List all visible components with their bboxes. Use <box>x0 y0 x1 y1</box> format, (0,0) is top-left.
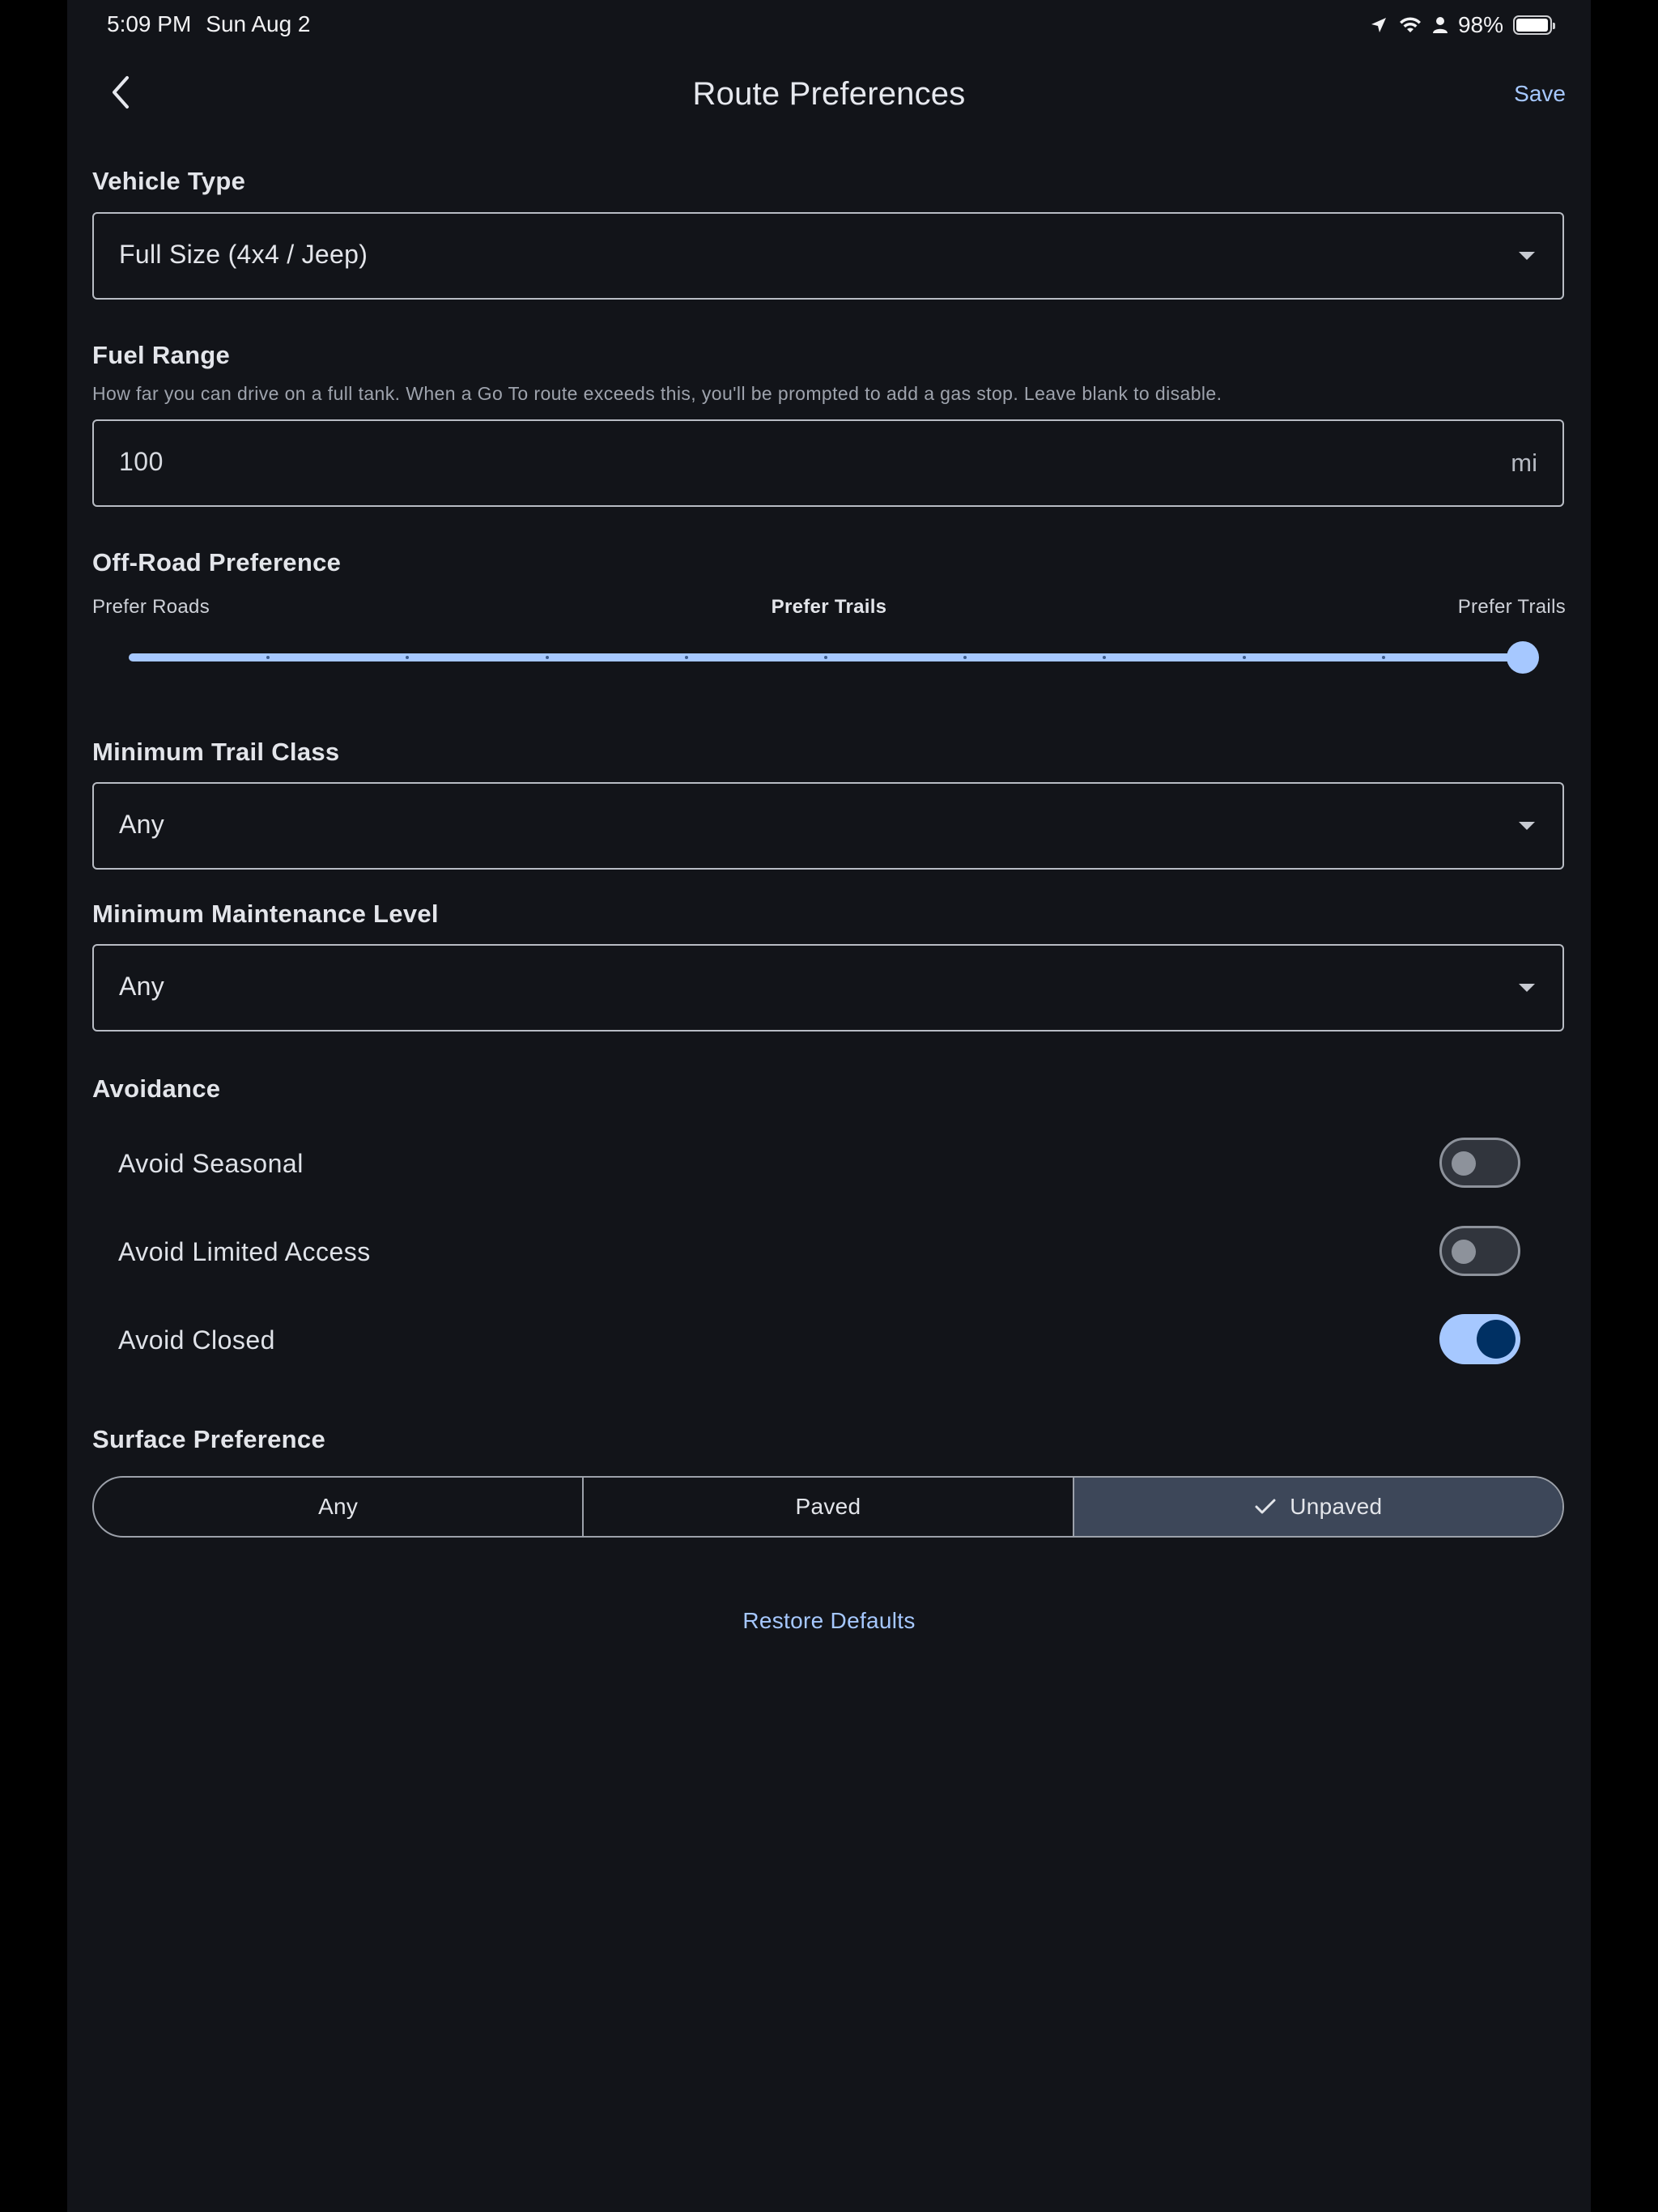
dropdown-arrow-icon <box>1519 984 1535 992</box>
fuel-range-input[interactable] <box>119 444 1447 479</box>
slider-tick <box>685 656 688 659</box>
avoid-closed-label: Avoid Closed <box>118 1325 275 1355</box>
status-time: 5:09 PM <box>107 11 192 36</box>
avoid-closed-toggle[interactable] <box>1439 1314 1520 1364</box>
segment-label: Any <box>318 1494 359 1519</box>
fuel-range-unit: mi <box>1511 449 1537 477</box>
maintenance-level-label: Minimum Maintenance Level <box>92 900 439 928</box>
status-bar-clock: 5:09 PM Sun Aug 2 <box>107 11 325 37</box>
toggle-knob <box>1477 1320 1516 1359</box>
vehicle-type-value: Full Size (4x4 / Jeep) <box>119 240 368 269</box>
restore-defaults-row: Restore Defaults <box>67 1608 1591 1634</box>
wifi-icon <box>1398 15 1422 35</box>
trail-class-value: Any <box>119 810 165 839</box>
checkmark-icon <box>1254 1497 1277 1516</box>
slider-tick <box>1243 656 1246 659</box>
slider-tick <box>1103 656 1106 659</box>
person-icon <box>1432 15 1448 35</box>
avoidance-label: Avoidance <box>92 1074 221 1103</box>
slider-tick <box>406 656 409 659</box>
off-road-preference-label: Off-Road Preference <box>92 548 342 576</box>
location-arrow-icon <box>1369 15 1388 35</box>
segment-any[interactable]: Any <box>94 1478 582 1536</box>
slider-current-value-label: Prefer Trails <box>771 596 887 618</box>
trail-class-dropdown[interactable]: Any <box>92 782 1564 870</box>
route-preferences-screen: 5:09 PM Sun Aug 2 98% Route Preferences S… <box>67 0 1591 2212</box>
slider-tick <box>546 656 549 659</box>
restore-defaults-button[interactable]: Restore Defaults <box>742 1608 915 1633</box>
segment-unpaved[interactable]: Unpaved <box>1072 1478 1562 1536</box>
avoid-limited-access-toggle[interactable] <box>1439 1226 1520 1276</box>
slider-tick <box>1382 656 1385 659</box>
surface-preference-segmented-control: Any Paved Unpaved <box>92 1476 1564 1538</box>
page-title: Route Preferences <box>692 76 966 112</box>
status-bar-indicators: 98% <box>1369 11 1555 39</box>
battery-percentage: 98% <box>1457 12 1503 37</box>
maintenance-level-dropdown[interactable]: Any <box>92 944 1564 1032</box>
segment-label: Paved <box>795 1494 861 1519</box>
fuel-range-helper-text: How far you can drive on a full tank. Wh… <box>92 383 1222 404</box>
fuel-range-label: Fuel Range <box>92 341 231 369</box>
toggle-knob <box>1452 1240 1476 1264</box>
slider-tick <box>824 656 827 659</box>
dropdown-arrow-icon <box>1519 252 1535 260</box>
status-date: Sun Aug 2 <box>206 11 311 36</box>
off-road-preference-slider[interactable] <box>129 641 1539 674</box>
fuel-range-field[interactable]: mi <box>92 419 1564 507</box>
battery-cap <box>1553 23 1555 29</box>
avoid-limited-access-label: Avoid Limited Access <box>118 1237 371 1266</box>
slider-thumb[interactable] <box>1507 641 1539 674</box>
vehicle-type-dropdown[interactable]: Full Size (4x4 / Jeep) <box>92 212 1564 300</box>
slider-tick <box>963 656 967 659</box>
surface-preference-label: Surface Preference <box>92 1425 326 1453</box>
battery-level <box>1516 19 1548 32</box>
save-button[interactable]: Save <box>1514 81 1566 107</box>
maintenance-level-value: Any <box>119 972 165 1001</box>
slider-max-label: Prefer Trails <box>1457 596 1566 618</box>
dropdown-arrow-icon <box>1519 822 1535 830</box>
segment-paved[interactable]: Paved <box>582 1478 1072 1536</box>
avoid-seasonal-toggle[interactable] <box>1439 1138 1520 1188</box>
toggle-knob <box>1452 1151 1476 1176</box>
slider-tick <box>266 656 270 659</box>
battery-icon <box>1513 15 1555 35</box>
avoid-seasonal-label: Avoid Seasonal <box>118 1149 304 1178</box>
segment-label: Unpaved <box>1290 1494 1383 1519</box>
vehicle-type-label: Vehicle Type <box>92 167 246 195</box>
trail-class-label: Minimum Trail Class <box>92 738 340 766</box>
